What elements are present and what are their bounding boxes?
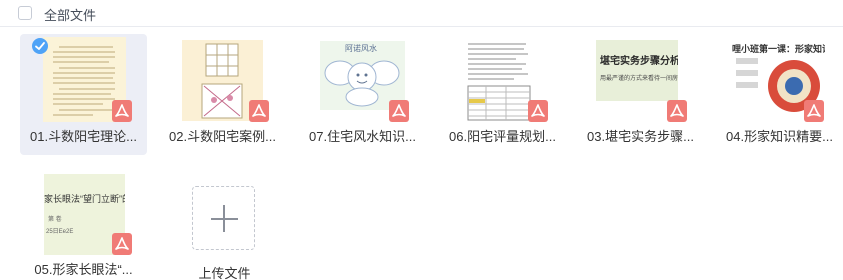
file-card[interactable]: 家长眼法“望门立断”的 第 卷 25日Ee2E 05.形家长眼法“... xyxy=(20,160,147,280)
thumbnail-title: 家长眼法“望门立断”的 xyxy=(44,194,125,204)
pdf-file-icon xyxy=(112,233,132,255)
file-name[interactable]: 06.阳宅评量规划... xyxy=(439,128,566,146)
pdf-file-icon xyxy=(528,100,548,122)
pdf-file-icon xyxy=(667,100,687,122)
upload-button[interactable] xyxy=(192,186,255,250)
file-card[interactable]: 阿诺风水 07.住宅风水知识... xyxy=(299,34,426,155)
file-thumbnail xyxy=(466,40,533,123)
pdf-file-icon xyxy=(804,100,824,122)
thumbnail-subtitle: 用最严谨的方式来看待一间房 xyxy=(600,76,678,82)
file-name[interactable]: 07.住宅风水知识... xyxy=(299,128,426,146)
file-card[interactable]: 堪宅实务步骤分析 用最严谨的方式来看待一间房 03.堪宅实务步骤... xyxy=(577,34,704,155)
file-thumbnail: 堪宅实务步骤分析 用最严谨的方式来看待一间房 xyxy=(596,40,678,101)
file-card[interactable]: 哩小班第一课：形家知识 04.形家知识精要... xyxy=(716,34,843,155)
file-list-header: 全部文件 xyxy=(0,0,843,27)
file-name[interactable]: 02.斗数阳宅案例... xyxy=(159,128,286,146)
thumbnail-title: 阿诺风水 xyxy=(345,44,377,53)
select-all-label[interactable]: 全部文件 xyxy=(44,5,96,24)
thumbnail-line: 第 卷 xyxy=(48,217,62,223)
file-card[interactable]: 06.阳宅评量规划... xyxy=(439,34,566,155)
upload-file-card[interactable]: 上传文件 xyxy=(178,186,271,280)
upload-label[interactable]: 上传文件 xyxy=(178,263,271,280)
pdf-file-icon xyxy=(112,100,132,122)
thumbnail-line: 25日Ee2E xyxy=(46,229,74,235)
pdf-file-icon xyxy=(389,100,409,122)
file-name[interactable]: 04.形家知识精要... xyxy=(716,128,843,146)
file-name[interactable]: 03.堪宅实务步骤... xyxy=(577,128,704,146)
select-all-checkbox[interactable] xyxy=(18,6,32,20)
file-name[interactable]: 05.形家长眼法“... xyxy=(20,261,147,279)
file-name[interactable]: 01.斗数阳宅理论... xyxy=(20,128,147,146)
thumbnail-title: 堪宅实务步骤分析 xyxy=(600,56,678,67)
file-card[interactable]: 01.斗数阳宅理论... xyxy=(20,34,147,155)
plus-icon xyxy=(223,205,225,232)
file-card[interactable]: 02.斗数阳宅案例... xyxy=(159,34,286,155)
check-icon[interactable] xyxy=(32,38,48,54)
pdf-file-icon xyxy=(249,100,269,122)
